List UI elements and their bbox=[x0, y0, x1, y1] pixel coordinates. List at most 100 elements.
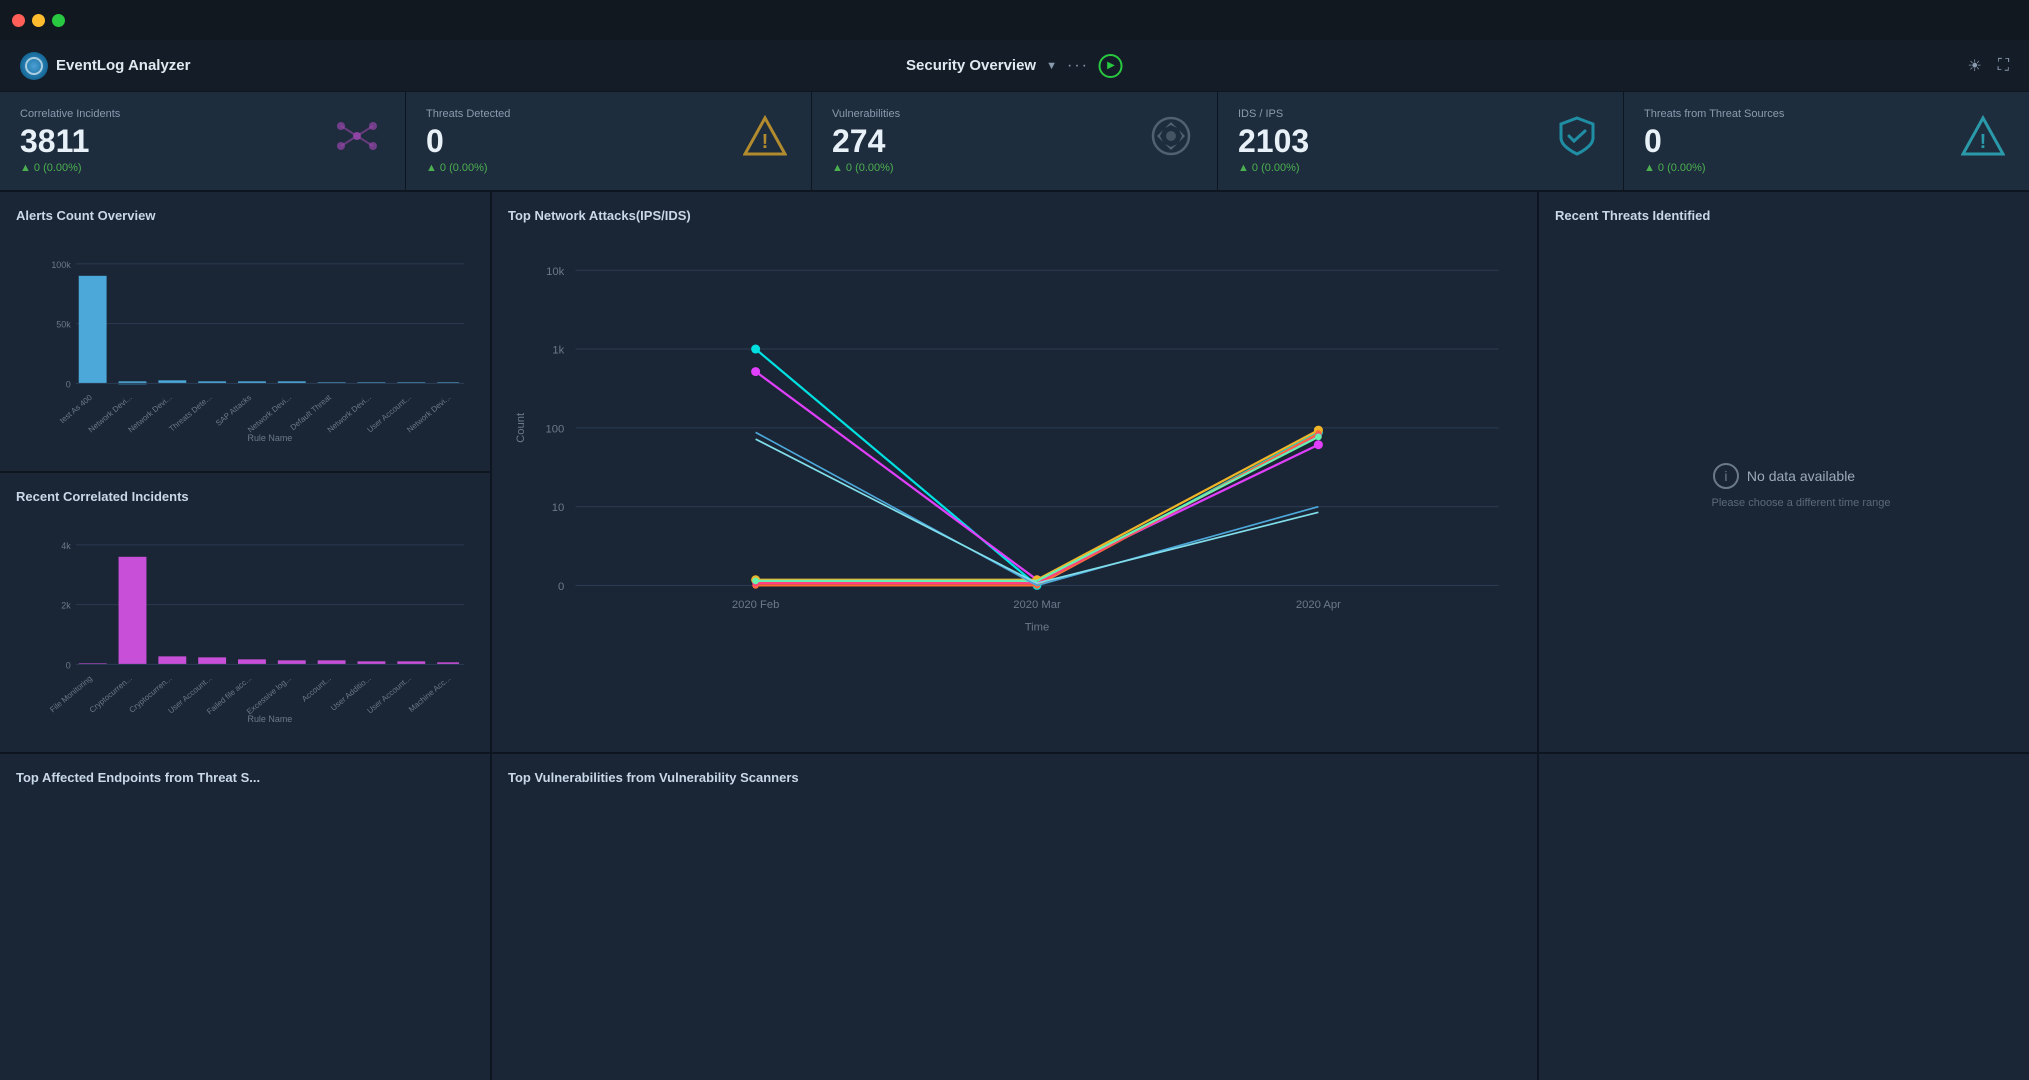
svg-text:0: 0 bbox=[66, 660, 71, 670]
theme-toggle-icon[interactable]: ☀ bbox=[1967, 56, 1981, 76]
svg-text:4k: 4k bbox=[61, 541, 71, 551]
svg-text:Time: Time bbox=[1025, 621, 1050, 633]
no-data-subtitle: Please choose a different time range bbox=[1712, 497, 1891, 509]
kpi-value-ids: 2103 bbox=[1238, 125, 1603, 157]
kpi-value-vuln: 274 bbox=[832, 125, 1197, 157]
delta-arrow-tsources: ▲ bbox=[1644, 162, 1655, 174]
svg-text:2020 Mar: 2020 Mar bbox=[1013, 599, 1061, 611]
info-icon: i bbox=[1713, 463, 1739, 489]
kpi-ids-ips: IDS / IPS 2103 ▲ 0 (0.00%) bbox=[1218, 92, 1624, 190]
recent-threats-panel: Recent Threats Identified i No data avai… bbox=[1539, 192, 2029, 752]
kpi-label-correlative: Correlative Incidents bbox=[20, 108, 385, 120]
no-data-title-text: No data available bbox=[1747, 468, 1855, 484]
delta-arrow-vuln: ▲ bbox=[832, 162, 843, 174]
svg-text:Network Devi...: Network Devi... bbox=[127, 393, 174, 435]
svg-text:Network Devi...: Network Devi... bbox=[405, 393, 452, 435]
page-title: Security Overview bbox=[906, 57, 1036, 74]
svg-text:Rule Name: Rule Name bbox=[247, 714, 292, 724]
header-more-options[interactable]: ··· bbox=[1067, 57, 1089, 75]
kpi-label-tsources: Threats from Threat Sources bbox=[1644, 108, 2009, 120]
tsources-icon: ! bbox=[1961, 114, 2005, 168]
recent-threats-content: i No data available Please choose a diff… bbox=[1555, 235, 2013, 736]
app-header: EventLog Analyzer Security Overview ▼ ··… bbox=[0, 40, 2029, 92]
svg-text:!: ! bbox=[762, 131, 769, 153]
svg-text:User Account...: User Account... bbox=[365, 674, 412, 716]
kpi-delta-threats: ▲ 0 (0.00%) bbox=[426, 162, 791, 174]
no-data-title-row: i No data available bbox=[1713, 463, 1855, 489]
svg-text:!: ! bbox=[1980, 131, 1987, 153]
svg-text:0: 0 bbox=[558, 581, 564, 593]
expand-icon[interactable]: ⛶ bbox=[1998, 57, 2009, 75]
titlebar bbox=[0, 0, 2029, 40]
svg-text:100k: 100k bbox=[51, 260, 71, 270]
svg-text:0: 0 bbox=[66, 379, 71, 389]
svg-text:test As 400: test As 400 bbox=[58, 393, 94, 426]
kpi-label-vuln: Vulnerabilities bbox=[832, 108, 1197, 120]
kpi-value-threats: 0 bbox=[426, 125, 791, 157]
correlative-icon bbox=[333, 116, 381, 166]
kpi-value-tsources: 0 bbox=[1644, 125, 2009, 157]
kpi-label-ids: IDS / IPS bbox=[1238, 108, 1603, 120]
traffic-lights bbox=[12, 14, 65, 27]
recent-threats-title: Recent Threats Identified bbox=[1555, 208, 1710, 223]
svg-text:100: 100 bbox=[545, 423, 564, 435]
no-data-message: i No data available Please choose a diff… bbox=[1678, 463, 1891, 509]
kpi-threat-sources: Threats from Threat Sources 0 ▲ 0 (0.00%… bbox=[1624, 92, 2029, 190]
kpi-value-correlative: 3811 bbox=[20, 125, 385, 157]
incidents-chart-area: 4k 2k 0 File Mon bbox=[16, 516, 474, 733]
vuln-icon bbox=[1149, 114, 1193, 168]
kpi-vulnerabilities: Vulnerabilities 274 ▲ 0 (0.00%) bbox=[812, 92, 1218, 190]
app-name: EventLog Analyzer bbox=[56, 57, 190, 74]
bottom-right-panel bbox=[1539, 754, 2029, 1080]
threats-icon: ! bbox=[743, 114, 787, 168]
svg-text:Count: Count bbox=[515, 412, 527, 443]
network-attacks-panel: Top Network Attacks(IPS/IDS) 10k 1k 100 … bbox=[492, 192, 1537, 752]
delta-arrow-threats: ▲ bbox=[426, 162, 437, 174]
delta-arrow-correlative: ▲ bbox=[20, 162, 31, 174]
bottom-center-title: Top Vulnerabilities from Vulnerability S… bbox=[508, 770, 1521, 785]
header-center: Security Overview ▼ ··· ▶ bbox=[906, 54, 1123, 78]
incidents-panel-title: Recent Correlated Incidents bbox=[16, 489, 474, 504]
network-attacks-chart: 10k 1k 100 10 0 Count 2020 Feb 2020 Mar … bbox=[508, 235, 1521, 752]
alerts-count-panel: Alerts Count Overview Event Count 100k 5… bbox=[0, 192, 490, 471]
svg-text:2020 Apr: 2020 Apr bbox=[1296, 599, 1341, 611]
svg-text:Network Devi...: Network Devi... bbox=[246, 393, 293, 435]
svg-text:Rule Name: Rule Name bbox=[247, 433, 292, 443]
network-attacks-title: Top Network Attacks(IPS/IDS) bbox=[508, 208, 1521, 223]
ids-icon bbox=[1555, 114, 1599, 168]
left-column: Alerts Count Overview Event Count 100k 5… bbox=[0, 192, 490, 752]
kpi-delta-vuln: ▲ 0 (0.00%) bbox=[832, 162, 1197, 174]
play-button[interactable]: ▶ bbox=[1099, 54, 1123, 78]
maximize-button[interactable] bbox=[52, 14, 65, 27]
minimize-button[interactable] bbox=[32, 14, 45, 27]
svg-text:Machine Acc...: Machine Acc... bbox=[407, 674, 452, 714]
delta-arrow-ids: ▲ bbox=[1238, 162, 1249, 174]
kpi-delta-correlative: ▲ 0 (0.00%) bbox=[20, 162, 385, 174]
svg-text:2k: 2k bbox=[61, 601, 71, 611]
kpi-delta-ids: ▲ 0 (0.00%) bbox=[1238, 162, 1603, 174]
incidents-panel: Recent Correlated Incidents 4k 2k 0 bbox=[0, 473, 490, 752]
kpi-delta-tsources: ▲ 0 (0.00%) bbox=[1644, 162, 2009, 174]
svg-text:1k: 1k bbox=[552, 345, 564, 357]
kpi-threats-detected: Threats Detected 0 ▲ 0 (0.00%) ! bbox=[406, 92, 812, 190]
network-attacks-chart-area: 10k 1k 100 10 0 Count 2020 Feb 2020 Mar … bbox=[508, 235, 1521, 752]
svg-text:Account...: Account... bbox=[300, 674, 333, 704]
svg-text:SAP Attacks: SAP Attacks bbox=[214, 393, 253, 428]
svg-text:Threats Dete...: Threats Dete... bbox=[167, 393, 213, 434]
bottom-left-title: Top Affected Endpoints from Threat S... bbox=[16, 770, 474, 785]
svg-text:2020 Feb: 2020 Feb bbox=[732, 599, 780, 611]
svg-text:10: 10 bbox=[552, 502, 565, 514]
incidents-chart: 4k 2k 0 File Mon bbox=[16, 516, 474, 733]
app-logo-icon bbox=[20, 52, 48, 80]
logo-area: EventLog Analyzer bbox=[20, 52, 190, 80]
svg-text:50k: 50k bbox=[56, 320, 71, 330]
svg-text:Cryptocurren...: Cryptocurren... bbox=[88, 674, 134, 715]
alerts-panel-title: Alerts Count Overview bbox=[16, 208, 474, 223]
main-content: Alerts Count Overview Event Count 100k 5… bbox=[0, 192, 2029, 1080]
alerts-chart: Event Count 100k 50k 0 bbox=[16, 235, 474, 452]
title-dropdown-arrow[interactable]: ▼ bbox=[1046, 60, 1057, 72]
bottom-left-panel: Top Affected Endpoints from Threat S... bbox=[0, 754, 490, 1080]
bottom-center-panel: Top Vulnerabilities from Vulnerability S… bbox=[492, 754, 1537, 1080]
kpi-row: Correlative Incidents 3811 ▲ 0 (0.00%) T… bbox=[0, 92, 2029, 192]
close-button[interactable] bbox=[12, 14, 25, 27]
